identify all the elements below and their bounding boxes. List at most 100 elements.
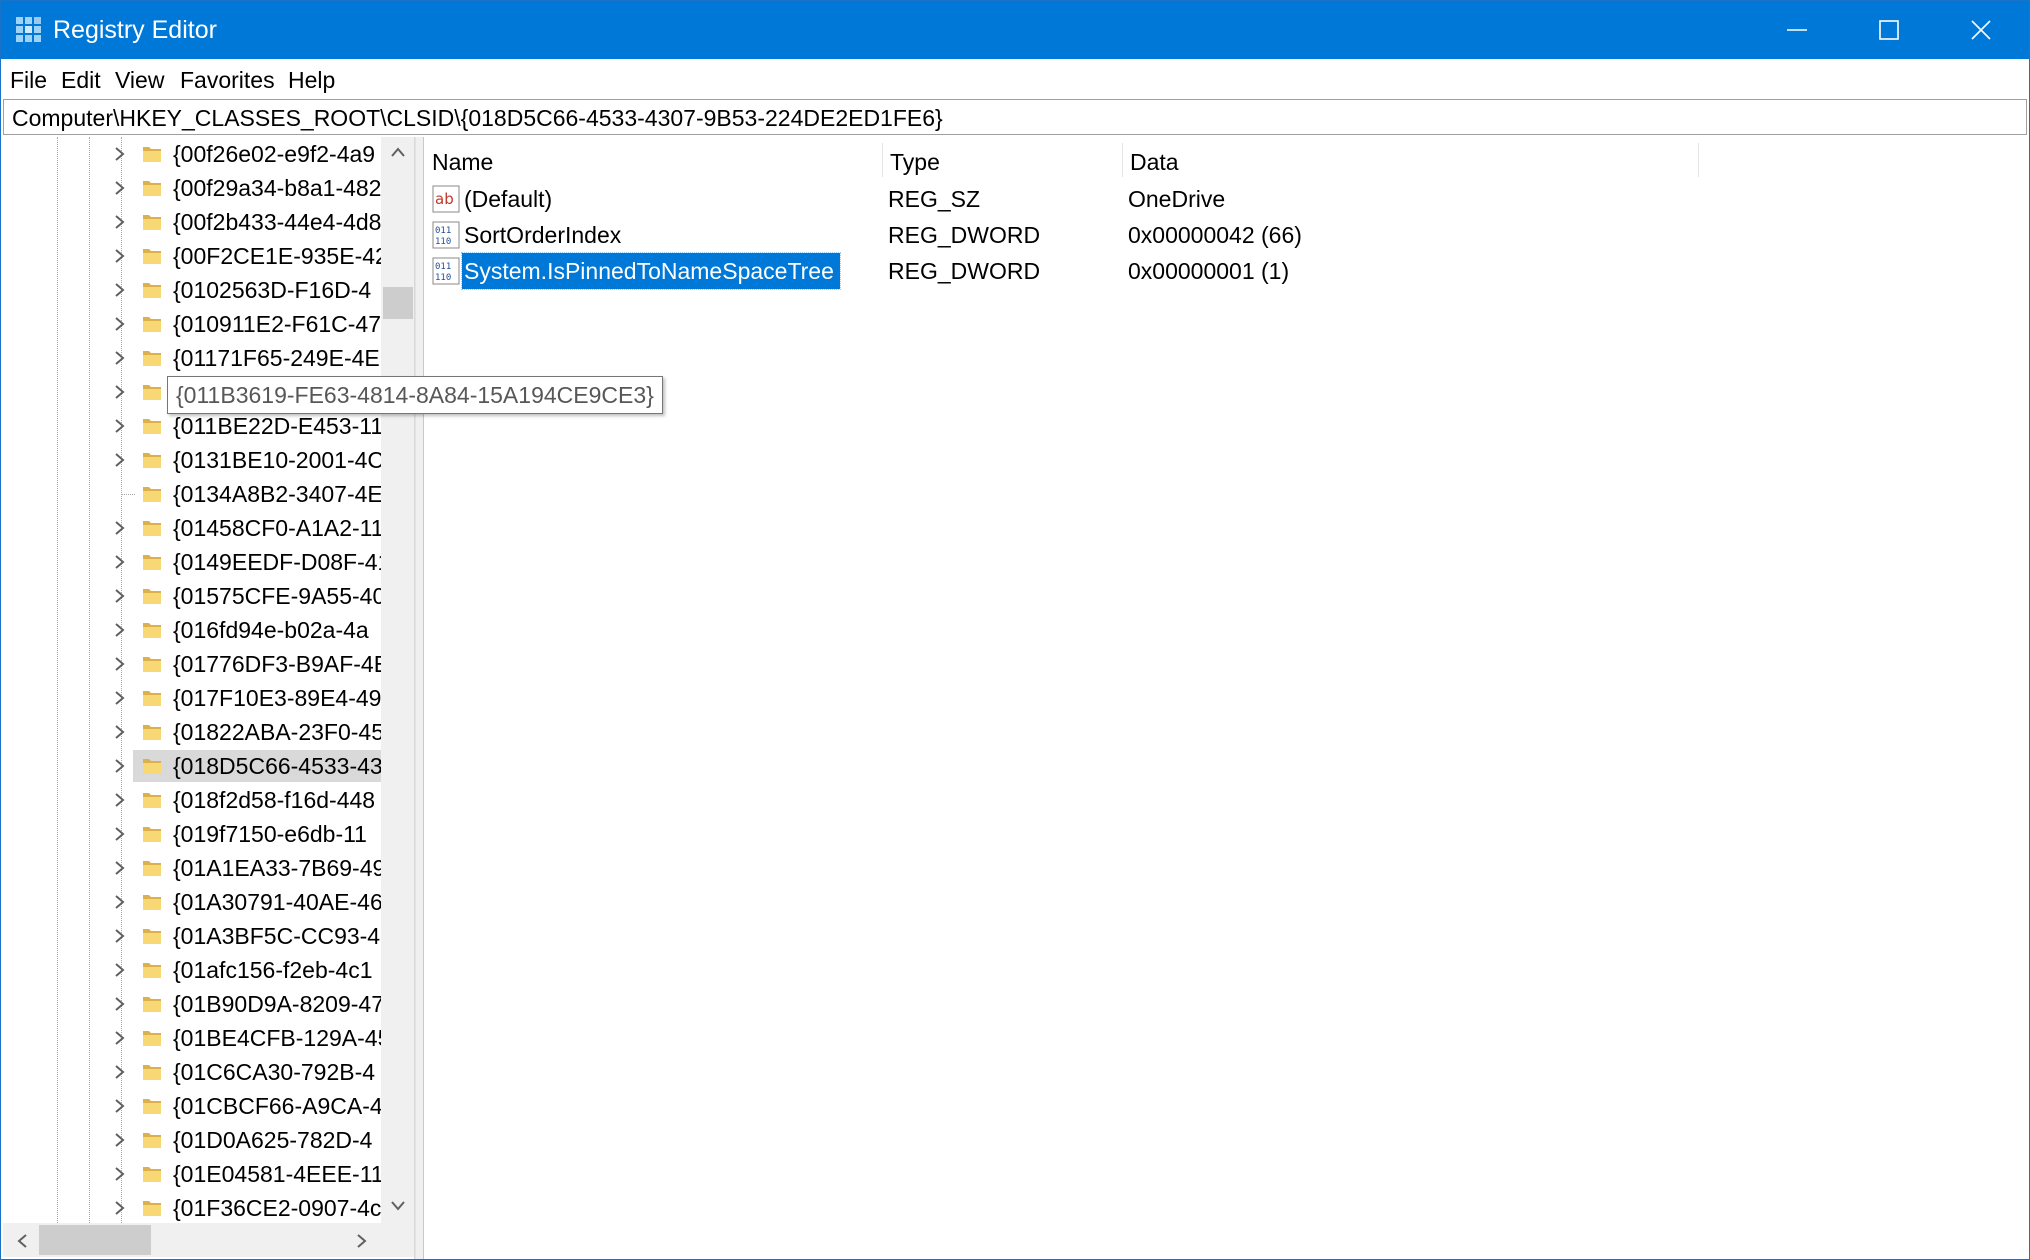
chevron-right-icon[interactable]: [113, 792, 127, 808]
chevron-right-icon[interactable]: [113, 418, 127, 434]
tree-node[interactable]: {01458CF0-A1A2-11: [3, 511, 381, 545]
address-bar[interactable]: Computer\HKEY_CLASSES_ROOT\CLSID\{018D5C…: [3, 99, 2027, 135]
chevron-right-icon[interactable]: [113, 758, 127, 774]
tree-node[interactable]: {01BE4CFB-129A-45: [3, 1021, 381, 1055]
chevron-right-icon[interactable]: [113, 214, 127, 230]
tree-node[interactable]: {01B90D9A-8209-47: [3, 987, 381, 1021]
value-row[interactable]: ab (Default) REG_SZ OneDrive: [424, 181, 2029, 217]
tree-node[interactable]: {0134A8B2-3407-4E: [3, 477, 381, 511]
tree-node[interactable]: {01171F65-249E-4E: [3, 341, 381, 375]
tree-node[interactable]: {01D0A625-782D-4: [3, 1123, 381, 1157]
binary-value-icon: 011110: [432, 221, 460, 249]
tree-node[interactable]: {01A30791-40AE-46: [3, 885, 381, 919]
tree-vertical-scroll-thumb[interactable]: [383, 287, 413, 319]
chevron-right-icon[interactable]: [113, 452, 127, 468]
tree-node-label: {0102563D-F16D-4: [173, 277, 372, 303]
scroll-down-arrow-icon[interactable]: [390, 1199, 406, 1213]
tree-node[interactable]: {00f29a34-b8a1-482: [3, 171, 381, 205]
tree-node[interactable]: {01776DF3-B9AF-4E: [3, 647, 381, 681]
values-list-pane[interactable]: Name Type Data ab (Default) REG_SZ OneDrive…: [423, 137, 2029, 1259]
chevron-right-icon[interactable]: [113, 180, 127, 196]
menu-file[interactable]: File: [10, 59, 47, 97]
chevron-right-icon[interactable]: [113, 894, 127, 910]
tree-horizontal-scrollbar[interactable]: [3, 1223, 381, 1257]
tree-node[interactable]: {018D5C66-4533-43: [3, 749, 381, 783]
chevron-right-icon[interactable]: [113, 146, 127, 162]
tree-node[interactable]: {00F2CE1E-935E-42: [3, 239, 381, 273]
value-row[interactable]: 011 110 System.IsPinnedToNameSpaceTree REG_…: [424, 252, 2029, 290]
tree-node[interactable]: {011BE22D-E453-11: [3, 409, 381, 443]
tree-horizontal-scroll-thumb[interactable]: [39, 1225, 151, 1255]
tree-node[interactable]: {0102563D-F16D-4: [3, 273, 381, 307]
menu-edit[interactable]: Edit: [61, 59, 101, 97]
chevron-right-icon[interactable]: [113, 316, 127, 332]
chevron-right-icon[interactable]: [113, 928, 127, 944]
chevron-right-icon[interactable]: [113, 656, 127, 672]
tree-vertical-scrollbar[interactable]: [381, 137, 414, 1223]
chevron-right-icon[interactable]: [113, 1064, 127, 1080]
chevron-right-icon[interactable]: [113, 690, 127, 706]
chevron-right-icon[interactable]: [113, 826, 127, 842]
chevron-right-icon[interactable]: [113, 724, 127, 740]
tree-node[interactable]: {01CBCF66-A9CA-4: [3, 1089, 381, 1123]
tree-node[interactable]: {018f2d58-f16d-448: [3, 783, 381, 817]
column-header-name[interactable]: Name: [424, 137, 882, 181]
chevron-right-icon[interactable]: [113, 1200, 127, 1216]
tree-node[interactable]: {00f26e02-e9f2-4a9: [3, 137, 381, 171]
menu-favorites[interactable]: Favorites: [180, 59, 275, 97]
chevron-right-icon[interactable]: [113, 1166, 127, 1182]
tree-node-label: {0131BE10-2001-4C: [173, 447, 381, 473]
chevron-right-icon[interactable]: [113, 588, 127, 604]
chevron-right-icon[interactable]: [113, 622, 127, 638]
chevron-right-icon[interactable]: [113, 554, 127, 570]
chevron-right-icon[interactable]: [113, 248, 127, 264]
tree-node[interactable]: {01A1EA33-7B69-49: [3, 851, 381, 885]
tree-node[interactable]: {019f7150-e6db-11: [3, 817, 381, 851]
close-button[interactable]: [1935, 1, 2027, 59]
tree-node-label: {016fd94e-b02a-4a: [173, 617, 369, 643]
tree-node[interactable]: {0149EEDF-D08F-41: [3, 545, 381, 579]
chevron-right-icon[interactable]: [113, 1098, 127, 1114]
tree-node[interactable]: {01C6CA30-792B-4: [3, 1055, 381, 1089]
value-row[interactable]: 011 110 SortOrderIndex REG_DWORD 0x00000042 …: [424, 217, 2029, 253]
menu-help[interactable]: Help: [288, 59, 335, 97]
chevron-right-icon[interactable]: [113, 1132, 127, 1148]
scroll-right-arrow-icon[interactable]: [355, 1233, 369, 1249]
column-divider[interactable]: [1698, 143, 1699, 177]
chevron-right-icon[interactable]: [113, 996, 127, 1012]
tree-node-label: {01F36CE2-0907-4c: [173, 1195, 381, 1221]
tree-node[interactable]: {01E04581-4EEE-11: [3, 1157, 381, 1191]
chevron-right-icon[interactable]: [113, 520, 127, 536]
chevron-right-icon[interactable]: [113, 860, 127, 876]
tree-connector-line: [121, 494, 135, 495]
chevron-right-icon[interactable]: [113, 384, 127, 400]
scroll-up-arrow-icon[interactable]: [390, 145, 406, 159]
tree-node[interactable]: {0131BE10-2001-4C: [3, 443, 381, 477]
tree-node-label: {01afc156-f2eb-4c1: [173, 957, 373, 983]
tree-node[interactable]: {01575CFE-9A55-40: [3, 579, 381, 613]
column-header-data[interactable]: Data: [1122, 137, 1698, 181]
pane-splitter[interactable]: [415, 137, 423, 1259]
tree-node[interactable]: {01A3BF5C-CC93-4: [3, 919, 381, 953]
minimize-button[interactable]: [1751, 1, 1843, 59]
menu-view[interactable]: View: [115, 59, 164, 97]
tree-node-label: {01822ABA-23F0-45: [173, 719, 381, 745]
chevron-right-icon[interactable]: [113, 350, 127, 366]
column-header-type[interactable]: Type: [882, 137, 1122, 181]
chevron-right-icon[interactable]: [113, 962, 127, 978]
key-tree-pane[interactable]: {00f26e02-e9f2-4a9 {00f29a34-b8a1-482 {00f…: [3, 137, 415, 1259]
tree-node[interactable]: {01afc156-f2eb-4c1: [3, 953, 381, 987]
tree-node[interactable]: {016fd94e-b02a-4a: [3, 613, 381, 647]
tree-node[interactable]: {01F36CE2-0907-4c: [3, 1191, 381, 1225]
folder-icon: [143, 1065, 161, 1080]
tree-node[interactable]: {017F10E3-89E4-49: [3, 681, 381, 715]
chevron-right-icon[interactable]: [113, 282, 127, 298]
maximize-button[interactable]: [1843, 1, 1935, 59]
chevron-right-icon[interactable]: [113, 1030, 127, 1046]
menu-bar: File Edit View Favorites Help: [1, 59, 2029, 97]
tree-node[interactable]: {010911E2-F61C-47: [3, 307, 381, 341]
scroll-left-arrow-icon[interactable]: [15, 1233, 29, 1249]
tree-node[interactable]: {00f2b433-44e4-4d8: [3, 205, 381, 239]
tree-node[interactable]: {01822ABA-23F0-45: [3, 715, 381, 749]
title-bar[interactable]: Registry Editor: [1, 1, 2029, 59]
